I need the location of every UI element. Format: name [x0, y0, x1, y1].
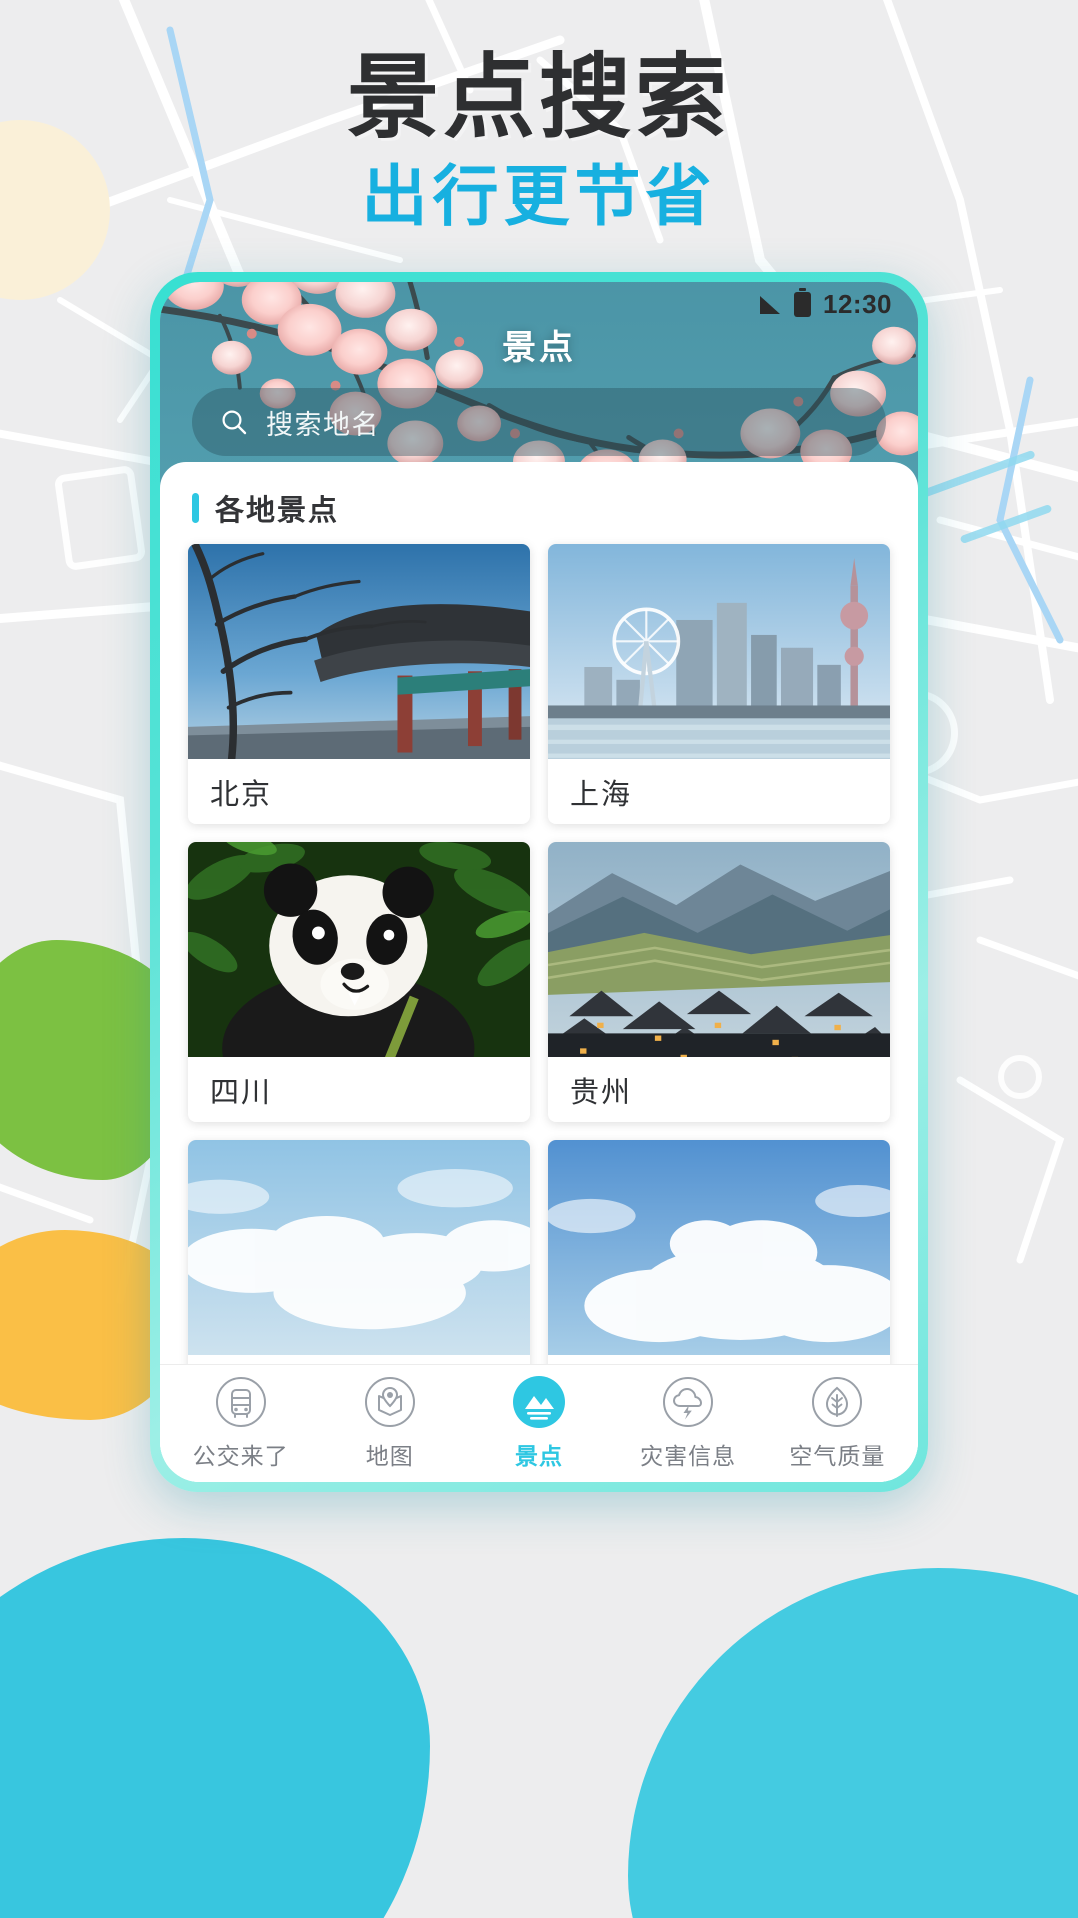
- card-label: 北京: [210, 778, 273, 811]
- destination-card[interactable]: 北京: [188, 544, 530, 824]
- tab-bus[interactable]: 公交来了: [183, 1376, 299, 1471]
- battery-icon: [794, 287, 811, 317]
- phone-mockup: 12:30 景点 搜索地名 各地景点 北京 上海 四川 贵州 公交来了 地图 景…: [150, 272, 928, 1492]
- search-placeholder: 搜索地名: [266, 409, 380, 440]
- card-image: [548, 842, 890, 1057]
- status-bar-time: 12:30: [823, 288, 892, 319]
- promo-headline: 景点搜索 出行更节省: [0, 46, 1078, 236]
- bus-icon: [215, 1376, 267, 1428]
- section-accent-bar: [192, 493, 199, 523]
- card-label: 贵州: [570, 1076, 633, 1109]
- card-image: [188, 544, 530, 759]
- storm-cloud-icon: [662, 1376, 714, 1428]
- card-image: [188, 1140, 530, 1355]
- search-input[interactable]: 搜索地名: [192, 388, 886, 456]
- tab-label: 灾害信息: [640, 1443, 737, 1469]
- card-label: 上海: [570, 778, 633, 811]
- destination-card[interactable]: 四川: [188, 842, 530, 1122]
- decor-square-outline: [53, 464, 147, 572]
- search-icon: [222, 410, 247, 435]
- card-image: [188, 842, 530, 1057]
- tab-label: 空气质量: [789, 1443, 886, 1469]
- destination-card[interactable]: 贵州: [548, 842, 890, 1122]
- tab-label: 公交来了: [192, 1443, 289, 1469]
- tab-air-quality[interactable]: 空气质量: [779, 1376, 895, 1471]
- card-label: 四川: [210, 1076, 273, 1109]
- destination-card[interactable]: [188, 1140, 530, 1364]
- tab-disaster-info[interactable]: 灾害信息: [630, 1376, 746, 1471]
- app-header-banner: 12:30 景点 搜索地名: [160, 282, 918, 488]
- page-title: 景点: [502, 329, 576, 367]
- tab-label: 地图: [365, 1443, 414, 1469]
- decor-ring-2: [998, 1055, 1042, 1099]
- promo-subtitle: 出行更节省: [361, 158, 717, 236]
- promo-title: 景点搜索: [346, 44, 731, 151]
- tab-label: 景点: [514, 1443, 563, 1469]
- destination-card[interactable]: 上海: [548, 544, 890, 824]
- destination-grid: 北京 上海 四川 贵州: [160, 534, 918, 1364]
- tab-scenic-spots[interactable]: 景点: [481, 1376, 597, 1471]
- tab-map[interactable]: 地图: [332, 1376, 448, 1471]
- card-image: [548, 544, 890, 759]
- card-label: [548, 1355, 890, 1364]
- content-sheet: 各地景点 北京 上海 四川 贵州 公交来了 地图 景点 灾害信息 空气质量: [160, 462, 918, 1482]
- card-label: [188, 1355, 530, 1364]
- destination-card[interactable]: [548, 1140, 890, 1364]
- mountain-icon: [512, 1376, 565, 1428]
- bottom-navigation: 公交来了 地图 景点 灾害信息 空气质量: [160, 1364, 918, 1482]
- leaf-icon: [811, 1376, 863, 1428]
- signal-bars-icon: [760, 295, 782, 314]
- map-pin-icon: [364, 1376, 416, 1428]
- section-header: 各地景点: [160, 462, 918, 534]
- card-image: [548, 1140, 890, 1355]
- section-title: 各地景点: [215, 495, 340, 527]
- phone-screen: 12:30 景点 搜索地名 各地景点 北京 上海 四川 贵州 公交来了 地图 景…: [160, 282, 918, 1482]
